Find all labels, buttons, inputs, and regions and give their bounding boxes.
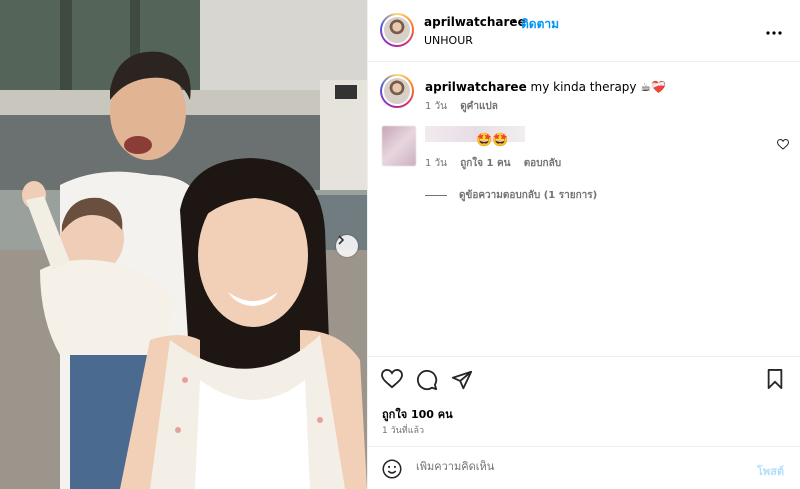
comment-likes[interactable]: ถูกใจ 1 คน bbox=[460, 158, 510, 169]
share-button[interactable] bbox=[451, 369, 473, 394]
post-location[interactable]: UNHOUR bbox=[424, 34, 473, 47]
likes-count[interactable]: ถูกใจ 100 คน bbox=[382, 405, 453, 423]
post-header: aprilwatcharee • ติดตาม UNHOUR bbox=[368, 0, 800, 62]
chevron-right-icon bbox=[338, 235, 345, 245]
more-horizontal-icon bbox=[766, 31, 782, 35]
caption-author[interactable]: aprilwatcharee bbox=[425, 80, 527, 94]
heart-outline-icon bbox=[776, 138, 790, 150]
caption-text: my kinda therapy bbox=[530, 80, 637, 94]
comment-composer: โพสต์ bbox=[368, 446, 800, 489]
heart-icon bbox=[381, 368, 403, 389]
like-button[interactable] bbox=[381, 368, 403, 392]
comment-icon bbox=[416, 369, 438, 391]
commenter-avatar-blurred[interactable] bbox=[382, 126, 416, 166]
caption-emoji: ☕❤️‍🩹 bbox=[640, 80, 667, 94]
separator-dot: • bbox=[511, 15, 519, 29]
more-options-button[interactable] bbox=[766, 20, 782, 39]
comment-text: 🤩🤩 bbox=[476, 133, 509, 148]
commenter-name-blurred[interactable] bbox=[425, 126, 525, 142]
follow-button[interactable]: ติดตาม bbox=[521, 15, 559, 34]
send-icon bbox=[451, 370, 473, 390]
comment-age[interactable]: 1 วัน bbox=[425, 158, 447, 169]
comment-input[interactable] bbox=[416, 460, 736, 473]
next-photo-button[interactable] bbox=[336, 235, 358, 257]
smiley-icon bbox=[382, 459, 402, 479]
view-replies-label: ดูข้อความตอบกลับ (1 รายการ) bbox=[459, 190, 598, 201]
reply-button[interactable]: ตอบกลับ bbox=[524, 158, 561, 169]
caption-author-avatar[interactable] bbox=[380, 74, 414, 108]
view-replies-button[interactable]: ดูข้อความตอบกลับ (1 รายการ) bbox=[425, 188, 597, 203]
caption: aprilwatcharee my kinda therapy ☕❤️‍🩹 bbox=[425, 80, 666, 94]
comment-meta: 1 วัน ถูกใจ 1 คน ตอบกลับ bbox=[425, 156, 571, 171]
photo-illustration bbox=[0, 0, 367, 489]
replies-divider bbox=[425, 195, 447, 196]
caption-meta: 1 วัน ดูคำแปล bbox=[425, 99, 508, 114]
comment-button[interactable] bbox=[416, 369, 438, 394]
emoji-picker-button[interactable] bbox=[382, 459, 402, 482]
save-button[interactable] bbox=[766, 369, 784, 392]
post-details-panel: aprilwatcharee • ติดตาม UNHOUR aprilwatc… bbox=[367, 0, 800, 489]
post-photo[interactable] bbox=[0, 0, 367, 489]
author-avatar[interactable] bbox=[380, 13, 414, 47]
action-bar: ถูกใจ 100 คน 1 วันที่แล้ว bbox=[368, 356, 800, 446]
caption-age[interactable]: 1 วัน bbox=[425, 101, 447, 112]
comment-like-button[interactable] bbox=[776, 138, 790, 153]
instagram-post: aprilwatcharee • ติดตาม UNHOUR aprilwatc… bbox=[0, 0, 800, 489]
post-time[interactable]: 1 วันที่แล้ว bbox=[382, 423, 424, 437]
post-comment-button[interactable]: โพสต์ bbox=[757, 462, 784, 480]
bookmark-icon bbox=[767, 369, 783, 389]
translate-link[interactable]: ดูคำแปล bbox=[460, 101, 498, 112]
